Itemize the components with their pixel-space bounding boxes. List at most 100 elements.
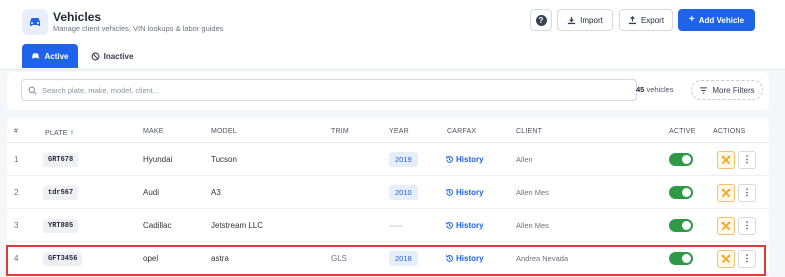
year-cell: 2010 (389, 176, 418, 209)
table-row[interactable]: 1 GRT678 Hyundai Tucson 2019 History All… (7, 143, 769, 176)
carfax-history-link[interactable]: History (445, 209, 484, 242)
column-header-carfax: CARFAX (447, 128, 477, 135)
active-toggle[interactable] (669, 153, 693, 166)
year-badge: 2019 (389, 152, 418, 167)
toggle-knob (682, 254, 691, 263)
active-toggle-cell (669, 143, 693, 176)
actions-cell: ⋮ (717, 209, 756, 242)
carfax-history-link[interactable]: History (445, 242, 484, 275)
active-toggle[interactable] (669, 252, 693, 265)
add-vehicle-button[interactable]: + Add Vehicle (678, 9, 755, 31)
kebab-icon: ⋮ (742, 187, 752, 197)
active-toggle-cell (669, 176, 693, 209)
help-button[interactable]: ? (530, 9, 552, 31)
actions-cell: ⋮ (717, 176, 756, 209)
carfax-history-link[interactable]: History (445, 176, 484, 209)
filter-bar: 45 vehicles More Filters (7, 72, 769, 110)
row-number: 3 (14, 221, 19, 230)
filter-lines-icon (700, 86, 708, 94)
make-cell: Cadillac (143, 221, 172, 230)
tab-inactive[interactable]: Inactive (84, 44, 140, 68)
labor-guide-button[interactable] (717, 183, 735, 202)
history-icon (445, 255, 454, 262)
page-subtitle: Manage client vehicles, VIN lookups & la… (53, 24, 224, 33)
actions-cell: ⋮ (717, 242, 756, 275)
make-cell: Audi (143, 188, 160, 197)
history-icon (445, 189, 454, 196)
plate-badge: GRT678 (43, 152, 79, 167)
row-number: 1 (14, 155, 19, 164)
tab-label: Inactive (103, 51, 134, 61)
plate-badge: YRT885 (43, 218, 79, 233)
vehicle-count: 45 vehicles (636, 85, 674, 94)
wrench-icon (721, 221, 731, 230)
year-cell: 2019 (389, 143, 418, 176)
table-row[interactable]: 2 tdr567 Audi A3 2010 History Allen Mes … (7, 176, 769, 209)
question-icon: ? (535, 14, 547, 26)
table-row[interactable]: 3 YRT885 Cadillac Jetstream LLC History … (7, 209, 769, 242)
carfax-label: History (456, 221, 484, 230)
column-header-make: MAKE (143, 128, 164, 135)
more-filters-label: More Filters (712, 85, 755, 95)
row-number: 2 (14, 188, 19, 197)
labor-guide-button[interactable] (717, 150, 735, 169)
car-icon (32, 53, 40, 59)
vehicle-count-unit: vehicles (646, 85, 674, 94)
year-badge: 2018 (389, 251, 418, 266)
active-toggle[interactable] (669, 219, 693, 232)
column-header-number: # (14, 128, 19, 135)
download-icon (568, 16, 576, 24)
make-cell: opel (143, 254, 159, 263)
toggle-knob (682, 188, 691, 197)
labor-guide-button[interactable] (717, 249, 735, 268)
year-empty-placeholder (389, 224, 403, 227)
sort-arrow-icon: ↑ (69, 128, 75, 137)
row-menu-button[interactable]: ⋮ (738, 183, 756, 202)
search-input[interactable] (42, 85, 622, 95)
plate-badge: GFT3456 (43, 251, 83, 266)
column-header-plate-label: PLATE (45, 130, 68, 137)
client-cell: Allen Mes (516, 188, 549, 197)
year-cell: 2018 (389, 242, 418, 275)
wrench-icon (721, 254, 731, 263)
carfax-label: History (456, 254, 484, 263)
kebab-icon: ⋮ (742, 220, 752, 230)
more-filters-button[interactable]: More Filters (691, 80, 763, 100)
model-cell: Tucson (211, 155, 237, 164)
carfax-history-link[interactable]: History (445, 143, 484, 176)
wrench-icon (721, 188, 731, 197)
history-icon (445, 222, 454, 229)
active-toggle[interactable] (669, 186, 693, 199)
plate-cell: GRT678 (43, 143, 79, 176)
column-header-plate[interactable]: PLATE ↑ (45, 128, 74, 137)
export-button[interactable]: Export (619, 9, 673, 31)
search-box[interactable] (21, 79, 637, 101)
kebab-icon: ⋮ (742, 154, 752, 164)
car-icon (22, 9, 48, 35)
page-title: Vehicles (53, 10, 102, 24)
column-header-trim: TRIM (331, 128, 349, 135)
model-cell: astra (211, 254, 229, 263)
row-menu-button[interactable]: ⋮ (738, 150, 756, 169)
column-header-year: YEAR (389, 128, 409, 135)
kebab-icon: ⋮ (742, 253, 752, 263)
column-header-model: MODEL (211, 128, 237, 135)
import-button[interactable]: Import (557, 9, 613, 31)
row-menu-button[interactable]: ⋮ (738, 249, 756, 268)
column-header-active: ACTIVE (669, 128, 696, 135)
table-row[interactable]: 4 GFT3456 opel astra GLS 2018 History An… (7, 242, 769, 275)
row-divider (7, 274, 769, 275)
carfax-label: History (456, 155, 484, 164)
vehicle-count-value: 45 (636, 85, 645, 94)
actions-cell: ⋮ (717, 143, 756, 176)
row-menu-button[interactable]: ⋮ (738, 216, 756, 235)
model-cell: Jetstream LLC (211, 221, 264, 230)
tab-active[interactable]: Active (22, 44, 78, 68)
client-cell: Andrea Nevada (516, 254, 569, 263)
labor-guide-button[interactable] (717, 216, 735, 235)
add-vehicle-label: Add Vehicle (698, 15, 745, 25)
plate-cell: tdr567 (43, 176, 79, 209)
toggle-knob (682, 221, 691, 230)
export-label: Export (640, 15, 665, 25)
year-cell (389, 209, 403, 242)
